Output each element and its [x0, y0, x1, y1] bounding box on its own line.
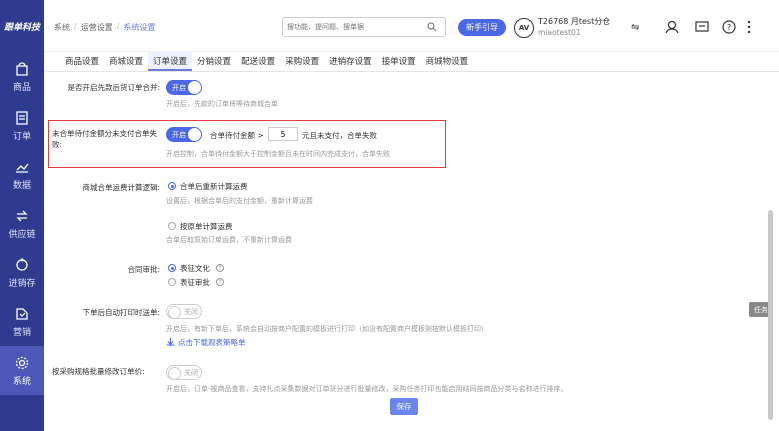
breadcrumb-current: 系统设置: [123, 23, 156, 32]
support-icon[interactable]: [664, 19, 680, 35]
search-box[interactable]: [282, 17, 446, 37]
document-icon: [16, 110, 28, 125]
setting-label: 下单后自动打印时送单:: [82, 308, 160, 317]
help-icon[interactable]: ?: [721, 19, 737, 35]
setting-label: 是否开启先款后货订单合并:: [67, 83, 160, 92]
message-icon[interactable]: [694, 19, 710, 35]
tab-goods-settings[interactable]: 商品设置: [60, 52, 104, 71]
breadcrumb-item[interactable]: 运营设置: [81, 22, 113, 33]
guide-button[interactable]: 新手引导: [458, 19, 506, 36]
sidebar-item-label: 系统: [12, 376, 31, 387]
sidebar-item-inventory[interactable]: 进销存: [0, 248, 44, 297]
sidebar-item-label: 营销: [12, 327, 31, 338]
help-icon[interactable]: ?: [216, 278, 224, 286]
setting-hint: 开启后，先款的订单将等待商城合单: [166, 100, 278, 108]
settings-tabs: 商品设置 商城设置 订单设置 分销设置 配送设置 采购设置 进销存设置 接单设置…: [44, 52, 779, 72]
contract-approval-radio[interactable]: [168, 278, 176, 286]
help-icon[interactable]: ?: [216, 264, 224, 272]
radio-label[interactable]: 表征审批: [180, 277, 210, 288]
sidebar-item-label: 订单: [12, 131, 31, 142]
app-logo: 跟单科技: [3, 22, 40, 33]
tab-mall-item-settings[interactable]: 商城物设置: [421, 52, 474, 71]
tab-delivery-settings[interactable]: 配送设置: [236, 52, 280, 71]
setting-text: 元且未支付，合单失败: [302, 131, 377, 140]
radio-label[interactable]: 按原单计算运费: [180, 221, 233, 232]
download-icon[interactable]: [166, 337, 175, 346]
cycle-icon: [16, 258, 28, 271]
setting-hint: 开启后，有新下单后，系统会自动按商户配置的模板进行打印（如没有配置商户模板则按默…: [166, 325, 488, 333]
merge-order-toggle[interactable]: 开启: [166, 80, 202, 95]
switch-account-icon[interactable]: ⇋: [631, 22, 639, 33]
svg-text:?: ?: [727, 23, 731, 32]
setting-text: 合单待付金额 >: [210, 131, 264, 140]
scrollbar[interactable]: [768, 210, 773, 420]
search-icon[interactable]: [427, 22, 437, 32]
setting-hint: 设置后，根据合单后的支付金额，重新计算运费: [166, 197, 313, 205]
account-sub: miaotest01: [538, 28, 581, 37]
tab-distribution-settings[interactable]: 分销设置: [192, 52, 236, 71]
sidebar-item-label: 商品: [12, 82, 31, 93]
breadcrumb-item[interactable]: 系统: [54, 22, 70, 33]
setting-hint: 开启后，订单-按商品查看，支持扎点采集数据对订单货分进行批量修改，采购任务打印也…: [166, 385, 568, 393]
tab-inventory-settings[interactable]: 进销存设置: [324, 52, 377, 71]
batch-price-toggle[interactable]: 关闭: [166, 365, 202, 380]
avatar[interactable]: AV: [514, 18, 534, 38]
sidebar-item-goods[interactable]: 商品: [0, 52, 44, 101]
setting-label: 未合单待付金额分未支付合单失败:: [52, 129, 157, 149]
amount-input[interactable]: [268, 127, 298, 141]
tag-icon: [16, 307, 28, 320]
freight-original-radio[interactable]: [168, 222, 176, 230]
account-name: T26768 月test分仓: [538, 17, 611, 26]
sidebar-item-supply-chain[interactable]: 供应链: [0, 199, 44, 248]
save-button[interactable]: 保存: [390, 398, 418, 415]
auto-print-toggle[interactable]: 关闭: [166, 304, 202, 319]
account-info[interactable]: T26768 月test分仓 miaotest01: [538, 16, 610, 38]
freight-recalc-radio[interactable]: [168, 182, 176, 190]
gear-icon: [15, 356, 29, 369]
tab-purchase-settings[interactable]: 采购设置: [280, 52, 324, 71]
tab-mall-settings[interactable]: 商城设置: [104, 52, 148, 71]
setting-label: 商城合单运费计算逻辑:: [82, 183, 160, 192]
tab-order-settings[interactable]: 订单设置: [148, 52, 193, 71]
download-template-link[interactable]: 点击下载观表策略单: [178, 337, 246, 348]
setting-hint: 合单后取原始订单运费，不重新计算运费: [166, 236, 292, 244]
setting-label: 按采购规格批量修改订单价:: [52, 367, 145, 376]
setting-hint: 开启控制，合单待付金额大于控制金额且未在时间内完成支付，合单失败: [166, 150, 390, 158]
more-icon[interactable]: [741, 19, 757, 35]
sidebar-item-data[interactable]: 数据: [0, 150, 44, 199]
sidebar-item-system[interactable]: 系统: [0, 346, 44, 395]
tab-accept-settings[interactable]: 接单设置: [377, 52, 421, 71]
breadcrumb: 系统 / 运营设置 / 系统设置: [54, 22, 156, 33]
radio-label[interactable]: 表征文化: [180, 263, 210, 274]
sidebar-item-label: 进销存: [8, 278, 36, 289]
radio-label[interactable]: 合单后重新计算运费: [180, 181, 248, 192]
search-input[interactable]: [287, 23, 427, 31]
exchange-icon: [16, 210, 28, 221]
sidebar-item-marketing[interactable]: 营销: [0, 297, 44, 346]
unpaid-merge-toggle[interactable]: 开启: [166, 127, 202, 142]
top-bar: 系统 / 运营设置 / 系统设置 新手引导 AV T26768 月test分仓 …: [44, 0, 779, 52]
contract-culture-radio[interactable]: [168, 264, 176, 272]
bag-icon: [16, 61, 28, 76]
sidebar: 跟单科技 商品 订单 数据 供应链 进销存 营销 系统: [0, 0, 44, 431]
settings-content: 是否开启先款后货订单合并: 开启 开启后，先款的订单将等待商城合单 未合单待付金…: [44, 72, 765, 431]
sidebar-item-label: 数据: [12, 180, 31, 191]
chart-icon: [16, 163, 29, 173]
setting-label: 合同审批:: [127, 265, 160, 274]
sidebar-item-label: 供应链: [8, 229, 36, 240]
sidebar-item-orders[interactable]: 订单: [0, 101, 44, 150]
